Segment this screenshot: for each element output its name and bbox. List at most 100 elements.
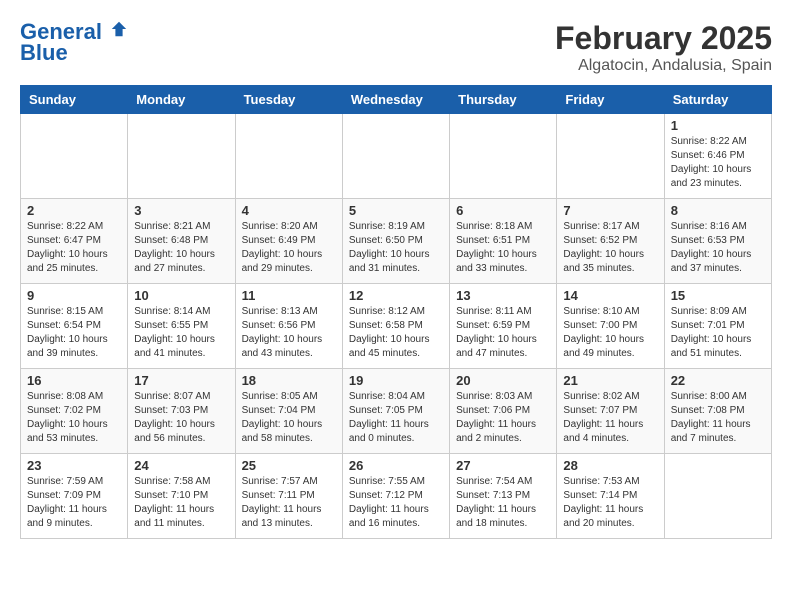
day-number: 17 <box>134 373 228 388</box>
day-number: 5 <box>349 203 443 218</box>
day-info: Sunrise: 7:59 AM Sunset: 7:09 PM Dayligh… <box>27 475 121 531</box>
calendar-cell: 1Sunrise: 8:22 AM Sunset: 6:46 PM Daylig… <box>664 114 771 199</box>
day-number: 28 <box>563 458 657 473</box>
day-info: Sunrise: 7:53 AM Sunset: 7:14 PM Dayligh… <box>563 475 657 531</box>
calendar-cell <box>450 114 557 199</box>
calendar-title: February 2025 <box>555 20 772 57</box>
calendar-cell: 20 Sunrise: 8:03 AM Sunset: 7:06 PM Dayli… <box>450 369 557 454</box>
day-info: Sunrise: 7:57 AM Sunset: 7:11 PM Dayligh… <box>242 475 336 531</box>
day-number: 26 <box>349 458 443 473</box>
calendar-cell: 24 Sunrise: 7:58 AM Sunset: 7:10 PM Dayli… <box>128 454 235 539</box>
day-number: 20 <box>456 373 550 388</box>
day-number: 27 <box>456 458 550 473</box>
calendar-cell: 12 Sunrise: 8:12 AM Sunset: 6:58 PM Dayli… <box>342 284 449 369</box>
day-info: Sunrise: 8:09 AM Sunset: 7:01 PM Dayligh… <box>671 305 765 361</box>
day-info: Sunrise: 8:02 AM Sunset: 7:07 PM Dayligh… <box>563 390 657 446</box>
col-header-tuesday: Tuesday <box>235 86 342 114</box>
calendar-cell: 19 Sunrise: 8:04 AM Sunset: 7:05 PM Dayli… <box>342 369 449 454</box>
day-number: 9 <box>27 288 121 303</box>
col-header-saturday: Saturday <box>664 86 771 114</box>
calendar-cell <box>128 114 235 199</box>
day-number: 1 <box>671 118 765 133</box>
col-header-thursday: Thursday <box>450 86 557 114</box>
calendar-cell <box>21 114 128 199</box>
calendar-week-row: 2 Sunrise: 8:22 AM Sunset: 6:47 PM Daylig… <box>21 199 772 284</box>
calendar-cell: 14Sunrise: 8:10 AM Sunset: 7:00 PM Dayli… <box>557 284 664 369</box>
calendar-cell <box>235 114 342 199</box>
day-info: Sunrise: 8:16 AM Sunset: 6:53 PM Dayligh… <box>671 220 765 276</box>
title-section: February 2025 Algatocin, Andalusia, Spai… <box>555 20 772 75</box>
calendar-cell: 23Sunrise: 7:59 AM Sunset: 7:09 PM Dayli… <box>21 454 128 539</box>
day-number: 22 <box>671 373 765 388</box>
day-info: Sunrise: 8:00 AM Sunset: 7:08 PM Dayligh… <box>671 390 765 446</box>
day-info: Sunrise: 8:21 AM Sunset: 6:48 PM Dayligh… <box>134 220 228 276</box>
day-info: Sunrise: 8:11 AM Sunset: 6:59 PM Dayligh… <box>456 305 550 361</box>
calendar-cell: 22 Sunrise: 8:00 AM Sunset: 7:08 PM Dayli… <box>664 369 771 454</box>
calendar-cell: 27 Sunrise: 7:54 AM Sunset: 7:13 PM Dayli… <box>450 454 557 539</box>
day-number: 4 <box>242 203 336 218</box>
col-header-sunday: Sunday <box>21 86 128 114</box>
day-info: Sunrise: 8:04 AM Sunset: 7:05 PM Dayligh… <box>349 390 443 446</box>
calendar-cell: 9 Sunrise: 8:15 AM Sunset: 6:54 PM Daylig… <box>21 284 128 369</box>
day-number: 25 <box>242 458 336 473</box>
calendar-cell: 5Sunrise: 8:19 AM Sunset: 6:50 PM Daylig… <box>342 199 449 284</box>
day-info: Sunrise: 7:54 AM Sunset: 7:13 PM Dayligh… <box>456 475 550 531</box>
day-number: 15 <box>671 288 765 303</box>
calendar-table: SundayMondayTuesdayWednesdayThursdayFrid… <box>20 85 772 539</box>
logo-icon <box>110 20 128 38</box>
calendar-cell: 2 Sunrise: 8:22 AM Sunset: 6:47 PM Daylig… <box>21 199 128 284</box>
calendar-cell: 10Sunrise: 8:14 AM Sunset: 6:55 PM Dayli… <box>128 284 235 369</box>
day-info: Sunrise: 8:15 AM Sunset: 6:54 PM Dayligh… <box>27 305 121 361</box>
day-info: Sunrise: 8:20 AM Sunset: 6:49 PM Dayligh… <box>242 220 336 276</box>
logo: General Blue <box>20 20 128 66</box>
calendar-week-row: 9 Sunrise: 8:15 AM Sunset: 6:54 PM Daylig… <box>21 284 772 369</box>
day-info: Sunrise: 8:12 AM Sunset: 6:58 PM Dayligh… <box>349 305 443 361</box>
day-info: Sunrise: 8:10 AM Sunset: 7:00 PM Dayligh… <box>563 305 657 361</box>
day-number: 7 <box>563 203 657 218</box>
calendar-cell: 26 Sunrise: 7:55 AM Sunset: 7:12 PM Dayli… <box>342 454 449 539</box>
calendar-header-row: SundayMondayTuesdayWednesdayThursdayFrid… <box>21 86 772 114</box>
col-header-monday: Monday <box>128 86 235 114</box>
calendar-week-row: 16Sunrise: 8:08 AM Sunset: 7:02 PM Dayli… <box>21 369 772 454</box>
day-number: 6 <box>456 203 550 218</box>
calendar-week-row: 23Sunrise: 7:59 AM Sunset: 7:09 PM Dayli… <box>21 454 772 539</box>
day-info: Sunrise: 8:08 AM Sunset: 7:02 PM Dayligh… <box>27 390 121 446</box>
calendar-cell: 11 Sunrise: 8:13 AM Sunset: 6:56 PM Dayli… <box>235 284 342 369</box>
calendar-cell: 16Sunrise: 8:08 AM Sunset: 7:02 PM Dayli… <box>21 369 128 454</box>
calendar-week-row: 1Sunrise: 8:22 AM Sunset: 6:46 PM Daylig… <box>21 114 772 199</box>
calendar-cell: 28 Sunrise: 7:53 AM Sunset: 7:14 PM Dayli… <box>557 454 664 539</box>
day-number: 3 <box>134 203 228 218</box>
calendar-cell: 4 Sunrise: 8:20 AM Sunset: 6:49 PM Daylig… <box>235 199 342 284</box>
col-header-wednesday: Wednesday <box>342 86 449 114</box>
day-info: Sunrise: 7:55 AM Sunset: 7:12 PM Dayligh… <box>349 475 443 531</box>
calendar-cell: 18Sunrise: 8:05 AM Sunset: 7:04 PM Dayli… <box>235 369 342 454</box>
day-info: Sunrise: 8:22 AM Sunset: 6:47 PM Dayligh… <box>27 220 121 276</box>
calendar-cell: 13 Sunrise: 8:11 AM Sunset: 6:59 PM Dayli… <box>450 284 557 369</box>
day-info: Sunrise: 8:03 AM Sunset: 7:06 PM Dayligh… <box>456 390 550 446</box>
calendar-cell <box>664 454 771 539</box>
calendar-cell <box>557 114 664 199</box>
day-info: Sunrise: 8:14 AM Sunset: 6:55 PM Dayligh… <box>134 305 228 361</box>
day-number: 11 <box>242 288 336 303</box>
day-info: Sunrise: 8:07 AM Sunset: 7:03 PM Dayligh… <box>134 390 228 446</box>
calendar-cell: 17 Sunrise: 8:07 AM Sunset: 7:03 PM Dayli… <box>128 369 235 454</box>
day-info: Sunrise: 8:18 AM Sunset: 6:51 PM Dayligh… <box>456 220 550 276</box>
day-number: 19 <box>349 373 443 388</box>
day-info: Sunrise: 8:17 AM Sunset: 6:52 PM Dayligh… <box>563 220 657 276</box>
page-header: General Blue February 2025 Algatocin, An… <box>20 20 772 75</box>
day-number: 8 <box>671 203 765 218</box>
col-header-friday: Friday <box>557 86 664 114</box>
calendar-cell: 6 Sunrise: 8:18 AM Sunset: 6:51 PM Daylig… <box>450 199 557 284</box>
day-number: 12 <box>349 288 443 303</box>
calendar-cell: 8 Sunrise: 8:16 AM Sunset: 6:53 PM Daylig… <box>664 199 771 284</box>
calendar-cell: 21 Sunrise: 8:02 AM Sunset: 7:07 PM Dayli… <box>557 369 664 454</box>
day-info: Sunrise: 7:58 AM Sunset: 7:10 PM Dayligh… <box>134 475 228 531</box>
day-number: 24 <box>134 458 228 473</box>
day-number: 13 <box>456 288 550 303</box>
calendar-subtitle: Algatocin, Andalusia, Spain <box>555 57 772 75</box>
calendar-cell: 7 Sunrise: 8:17 AM Sunset: 6:52 PM Daylig… <box>557 199 664 284</box>
day-info: Sunrise: 8:05 AM Sunset: 7:04 PM Dayligh… <box>242 390 336 446</box>
day-info: Sunrise: 8:13 AM Sunset: 6:56 PM Dayligh… <box>242 305 336 361</box>
day-number: 21 <box>563 373 657 388</box>
day-number: 2 <box>27 203 121 218</box>
